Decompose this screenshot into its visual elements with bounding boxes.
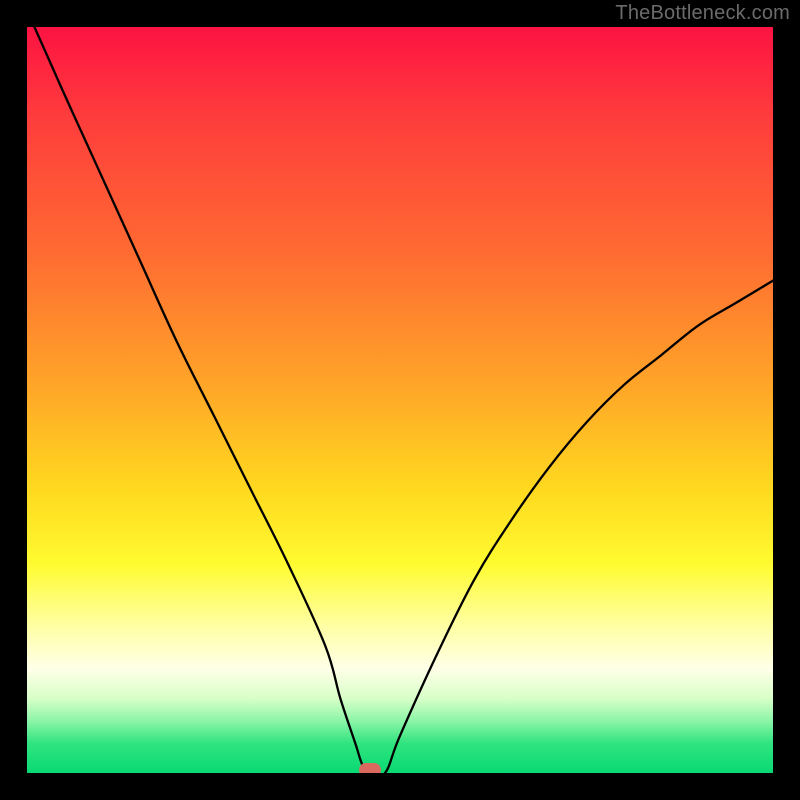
watermark-text: TheBottleneck.com	[615, 2, 790, 25]
bottleneck-curve	[27, 27, 773, 773]
chart-frame: TheBottleneck.com	[0, 0, 800, 800]
bottleneck-marker	[359, 763, 381, 773]
plot-area	[27, 27, 773, 773]
